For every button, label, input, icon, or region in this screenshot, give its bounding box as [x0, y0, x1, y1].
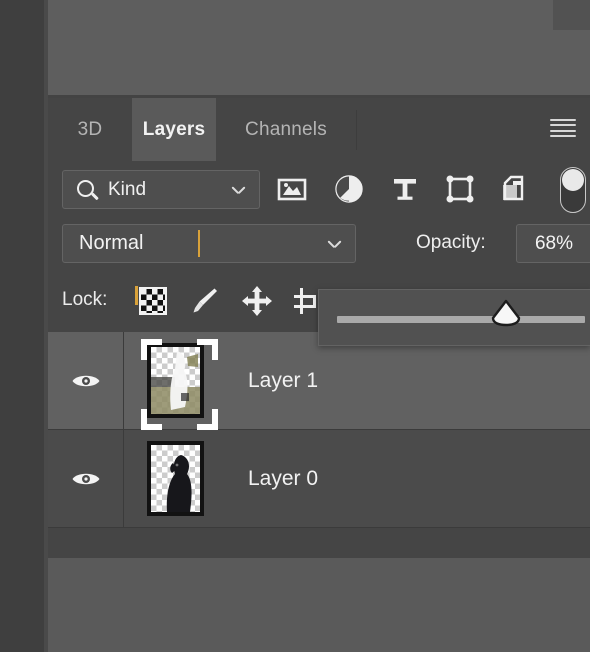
- tab-3d[interactable]: 3D: [48, 98, 132, 161]
- lock-label: Lock:: [62, 289, 108, 310]
- table-row[interactable]: Layer 1: [48, 332, 590, 430]
- filter-kind-value: Kind: [108, 178, 147, 200]
- layer-name[interactable]: Layer 0: [248, 430, 318, 527]
- layer-visibility-toggle[interactable]: [48, 430, 124, 527]
- filter-smart-objects-icon[interactable]: [500, 173, 532, 205]
- tab-channels[interactable]: Channels: [216, 98, 356, 161]
- opacity-slider-track[interactable]: [337, 316, 585, 323]
- thumbnail-content: [151, 445, 200, 512]
- layer-1-thumbnail: [141, 339, 218, 430]
- panel-bottom-empty-area: [48, 558, 590, 652]
- hamburger-menu-icon-line: [550, 124, 576, 127]
- blend-mode-row: Normal Opacity: 68%: [48, 216, 590, 270]
- lock-transparent-pixels-icon[interactable]: [136, 284, 170, 318]
- panel-menu-button[interactable]: [550, 118, 576, 138]
- tab-channels-label: Channels: [245, 118, 327, 140]
- filter-kind-select[interactable]: Kind: [62, 170, 260, 209]
- eye-icon: [71, 372, 101, 390]
- hamburger-menu-icon-line: [550, 129, 576, 132]
- blend-mode-select[interactable]: Normal: [62, 224, 356, 263]
- text-caret: [198, 230, 200, 257]
- layer-visibility-toggle[interactable]: [48, 332, 124, 429]
- opacity-slider-popup[interactable]: [318, 289, 590, 346]
- opacity-input[interactable]: 68%: [516, 224, 590, 263]
- chevron-down-icon[interactable]: [232, 184, 245, 197]
- table-row[interactable]: Layer 0: [48, 430, 590, 528]
- hamburger-menu-icon-line: [550, 134, 576, 137]
- tab-layers[interactable]: Layers: [132, 98, 216, 161]
- filter-adjustment-layers-icon[interactable]: [333, 173, 365, 205]
- lock-image-pixels-icon[interactable]: [187, 284, 221, 318]
- hamburger-menu-icon-line: [550, 119, 576, 121]
- upper-panel-right-notch: [553, 0, 590, 30]
- blend-mode-value: Normal: [79, 232, 144, 254]
- toggle-knob: [562, 169, 584, 191]
- opacity-label: Opacity:: [416, 232, 486, 253]
- layer-filter-row: Kind: [48, 161, 590, 217]
- tab-divider-2: [356, 110, 357, 150]
- chevron-down-icon[interactable]: [328, 238, 341, 251]
- tab-layers-label: Layers: [142, 118, 206, 140]
- filter-pixel-layers-icon[interactable]: [276, 173, 308, 205]
- filter-enable-toggle[interactable]: [560, 167, 586, 213]
- panel-tab-strip: 3D Layers Channels: [48, 98, 590, 162]
- filter-shape-layers-icon[interactable]: [444, 173, 476, 205]
- photoshop-layers-panel-screen: 3D Layers Channels Kind Normal Opacity: …: [0, 0, 590, 652]
- layers-list: Layer 1 Layer 0: [48, 332, 590, 528]
- thumbnail-selection-brackets: [141, 339, 218, 430]
- layer-thumbnail-cell[interactable]: [123, 332, 228, 430]
- layer-0-thumbnail: [147, 441, 204, 516]
- layer-name[interactable]: Layer 1: [248, 332, 318, 429]
- eye-icon: [71, 470, 101, 488]
- magnifier-icon: [77, 180, 94, 197]
- upper-panel-region: [48, 0, 590, 98]
- filter-type-layers-icon[interactable]: [389, 173, 421, 205]
- left-dock-gutter: [0, 0, 44, 652]
- tab-3d-label: 3D: [77, 118, 103, 140]
- layer-thumbnail-cell[interactable]: [123, 430, 228, 527]
- checkerboard-glyph: [139, 287, 167, 315]
- lock-position-icon[interactable]: [240, 284, 274, 318]
